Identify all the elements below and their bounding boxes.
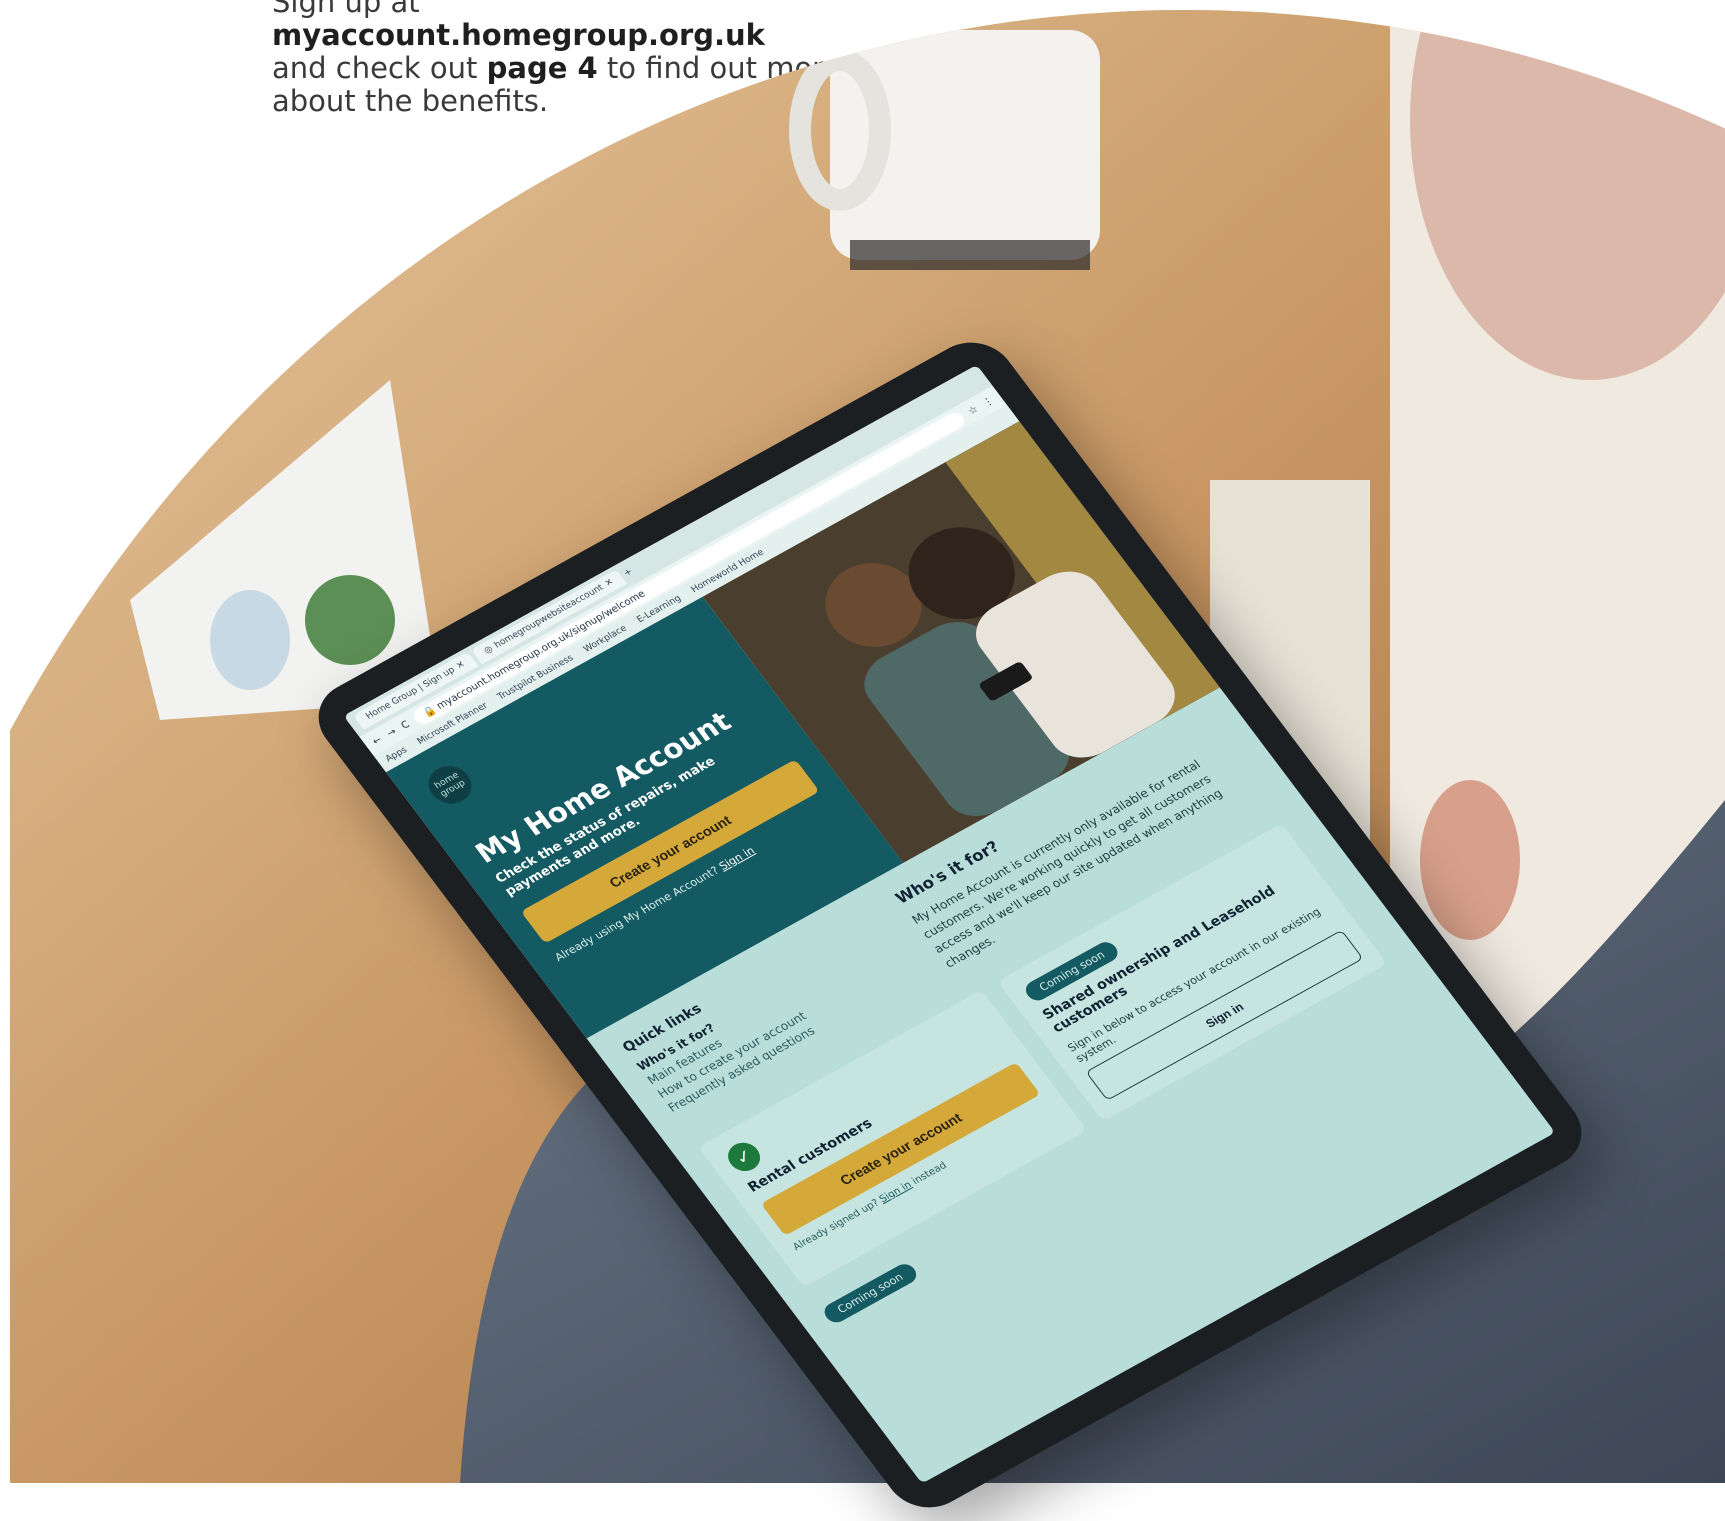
sign-in-link[interactable]: Sign in	[717, 844, 758, 873]
caption-line1-prefix: Sign up at	[272, 0, 420, 19]
close-icon[interactable]: ✕	[603, 577, 616, 589]
caption-line3: about the benefits.	[272, 84, 549, 118]
right-hand	[1420, 780, 1520, 940]
lock-icon: 🔒	[420, 704, 439, 720]
check-icon: ✓	[721, 1137, 767, 1177]
rental-sign-in-link[interactable]: Sign in	[878, 1180, 915, 1205]
new-tab-icon[interactable]: +	[622, 567, 635, 579]
forward-icon[interactable]: →	[385, 726, 399, 739]
caption-line2-prefix: and check out	[272, 51, 487, 85]
globe-icon: ◎	[482, 644, 496, 657]
menu-icon[interactable]: ⋮	[981, 395, 996, 409]
rental-note-suffix: instead	[910, 1160, 950, 1187]
back-icon[interactable]: ←	[370, 734, 384, 747]
caption-page-ref: page 4	[486, 51, 598, 85]
star-icon[interactable]: ☆	[966, 404, 981, 417]
mug	[789, 30, 1100, 270]
logo[interactable]: home group	[420, 758, 480, 811]
close-icon[interactable]: ✕	[455, 660, 468, 672]
reload-icon[interactable]: C	[399, 719, 412, 731]
caption-url: myaccount.homegroup.org.uk	[272, 18, 765, 52]
